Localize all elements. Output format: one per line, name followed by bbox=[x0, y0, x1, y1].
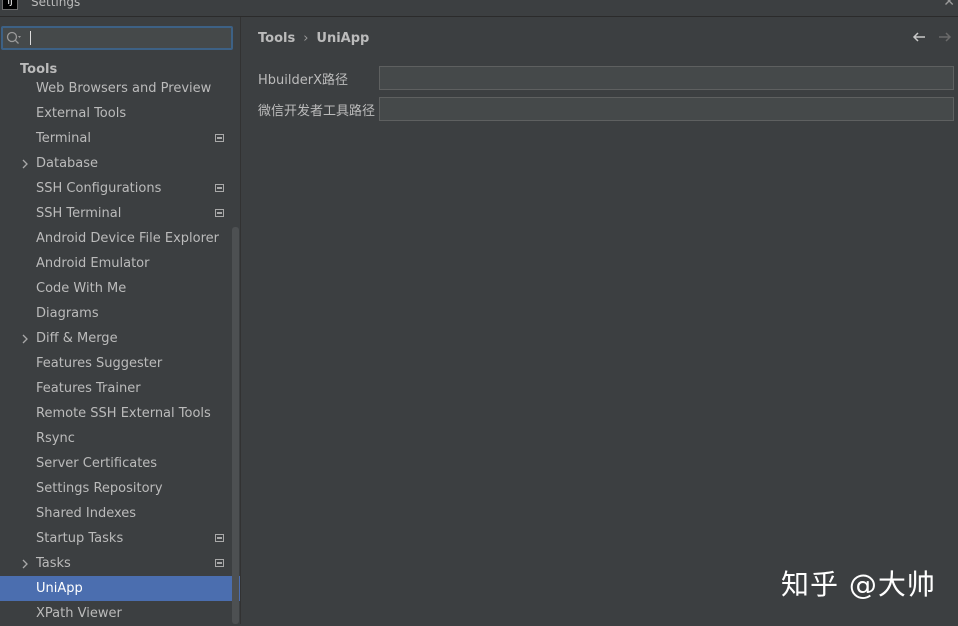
close-icon[interactable]: ✕ bbox=[943, 0, 955, 10]
settings-tree: Web Browsers and Preview External Tools … bbox=[0, 76, 240, 626]
tree-item-code-with-me[interactable]: Code With Me bbox=[0, 276, 240, 301]
chevron-right-icon[interactable] bbox=[20, 559, 30, 569]
settings-sidebar: Tools Web Browsers and Preview External … bbox=[0, 17, 241, 624]
search-icon bbox=[6, 31, 21, 44]
tree-item-diagrams[interactable]: Diagrams bbox=[0, 301, 240, 326]
title-bar: IJ Settings ✕ bbox=[0, 0, 958, 17]
breadcrumb-separator: › bbox=[303, 31, 309, 46]
breadcrumb-parent[interactable]: Tools bbox=[258, 31, 295, 46]
tree-item-xpath-viewer[interactable]: XPath Viewer bbox=[0, 601, 240, 626]
sidebar-scrollbar[interactable] bbox=[232, 227, 239, 624]
tree-item-android-emulator[interactable]: Android Emulator bbox=[0, 251, 240, 276]
hbuilderx-path-label: HbuilderX路径 bbox=[258, 73, 348, 88]
tree-item-remote-ssh-external-tools[interactable]: Remote SSH External Tools bbox=[0, 401, 240, 426]
tree-item-label: SSH Configurations bbox=[36, 181, 162, 196]
tree-item-label: Features Trainer bbox=[36, 381, 141, 396]
tree-item-label: Android Device File Explorer bbox=[36, 231, 219, 246]
tree-item-shared-indexes[interactable]: Shared Indexes bbox=[0, 501, 240, 526]
tree-item-rsync[interactable]: Rsync bbox=[0, 426, 240, 451]
tree-item-label: Android Emulator bbox=[36, 256, 150, 271]
project-level-icon bbox=[215, 134, 224, 142]
search-box[interactable] bbox=[1, 26, 233, 50]
section-header-tools: Tools bbox=[20, 62, 58, 77]
tree-item-label: Tasks bbox=[36, 556, 71, 571]
chevron-right-icon[interactable] bbox=[20, 334, 30, 344]
chevron-right-icon[interactable] bbox=[20, 159, 30, 169]
tree-item-label: Server Certificates bbox=[36, 456, 158, 471]
project-level-icon bbox=[215, 559, 224, 567]
arrow-left-icon[interactable] bbox=[911, 29, 927, 45]
tree-item-settings-repository[interactable]: Settings Repository bbox=[0, 476, 240, 501]
wechat-devtools-path-label: 微信开发者工具路径 bbox=[258, 104, 376, 119]
tree-item-label: Settings Repository bbox=[36, 481, 163, 496]
tree-item-android-device-file-explorer[interactable]: Android Device File Explorer bbox=[0, 226, 240, 251]
tree-item-label: Diagrams bbox=[36, 306, 99, 321]
tree-item-label: External Tools bbox=[36, 106, 127, 121]
project-level-icon bbox=[215, 209, 224, 217]
tree-item-label: Startup Tasks bbox=[36, 531, 124, 546]
tree-item-label: UniApp bbox=[36, 581, 83, 596]
breadcrumb: Tools › UniApp bbox=[258, 31, 369, 46]
tree-item-database[interactable]: Database bbox=[0, 151, 240, 176]
settings-content: Tools › UniApp HbuilderX路径 微信开发者工具路径 bbox=[242, 17, 958, 624]
hbuilderx-path-input[interactable] bbox=[379, 66, 954, 90]
tree-item-startup-tasks[interactable]: Startup Tasks bbox=[0, 526, 240, 551]
tree-item-tasks[interactable]: Tasks bbox=[0, 551, 240, 576]
tree-item-web-browsers[interactable]: Web Browsers and Preview bbox=[0, 76, 240, 101]
tree-item-terminal[interactable]: Terminal bbox=[0, 126, 240, 151]
project-level-icon bbox=[215, 534, 224, 542]
tree-item-label: Web Browsers and Preview bbox=[36, 81, 212, 96]
tree-item-label: Rsync bbox=[36, 431, 75, 446]
tree-item-label: Code With Me bbox=[36, 281, 127, 296]
tree-item-label: Terminal bbox=[36, 131, 91, 146]
search-input[interactable] bbox=[33, 29, 228, 47]
tree-item-server-certificates[interactable]: Server Certificates bbox=[0, 451, 240, 476]
tree-item-label: Database bbox=[36, 156, 99, 171]
tree-item-label: Diff & Merge bbox=[36, 331, 118, 346]
tree-item-label: SSH Terminal bbox=[36, 206, 122, 221]
wechat-devtools-path-input[interactable] bbox=[379, 97, 954, 121]
project-level-icon bbox=[215, 184, 224, 192]
tree-item-label: Remote SSH External Tools bbox=[36, 406, 211, 421]
breadcrumb-current: UniApp bbox=[316, 31, 370, 46]
tree-item-diff-merge[interactable]: Diff & Merge bbox=[0, 326, 240, 351]
tree-item-label: XPath Viewer bbox=[36, 606, 122, 621]
tree-item-uniapp[interactable]: UniApp bbox=[0, 576, 240, 601]
arrow-right-icon[interactable] bbox=[937, 29, 953, 45]
tree-item-label: Features Suggester bbox=[36, 356, 163, 371]
tree-item-external-tools[interactable]: External Tools bbox=[0, 101, 240, 126]
window-title: Settings bbox=[31, 0, 81, 9]
tree-item-label: Shared Indexes bbox=[36, 506, 137, 521]
text-caret bbox=[30, 31, 31, 45]
tree-item-ssh-terminal[interactable]: SSH Terminal bbox=[0, 201, 240, 226]
tree-item-features-trainer[interactable]: Features Trainer bbox=[0, 376, 240, 401]
tree-item-features-suggester[interactable]: Features Suggester bbox=[0, 351, 240, 376]
watermark: 知乎 @大帅 bbox=[781, 568, 936, 601]
tree-item-ssh-configurations[interactable]: SSH Configurations bbox=[0, 176, 240, 201]
app-icon: IJ bbox=[2, 0, 18, 10]
